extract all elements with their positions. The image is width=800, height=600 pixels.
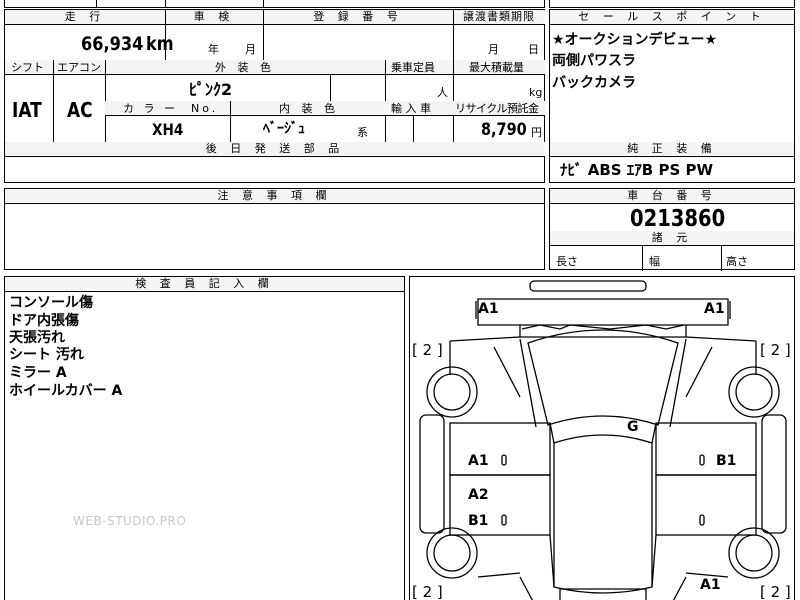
- car-diagram-box: A1 A1 [ 2 ] [ 2 ] G A1 B1 A2 B1 [ 2 ] [ …: [409, 276, 795, 600]
- caution-box: 注 意 事 項 欄: [4, 188, 545, 270]
- inspector-note-6: ホイールカバー A: [9, 383, 123, 399]
- selling-point-1: ★オークションデビュー★: [552, 32, 718, 48]
- damage-front-left: A1: [478, 301, 499, 317]
- capacity-unit: 人: [437, 86, 448, 99]
- interior-color-header: 内 装 色: [279, 102, 339, 115]
- tire-front-left: [ 2 ]: [412, 341, 443, 359]
- import-header: 輸 入 車: [391, 102, 431, 115]
- factory-equipment-value: ﾅﾋﾞ ABS ｴｱB PS PW: [560, 161, 714, 179]
- top-cut-strip: [4, 0, 545, 8]
- damage-rear-right: A1: [700, 577, 721, 593]
- tire-rear-left: [ 2 ]: [412, 583, 443, 600]
- damage-door-rear-left-1: A2: [468, 487, 489, 503]
- chassis-box: 車 台 番 号 0213860 諸 元 長さ 幅 高さ: [549, 188, 795, 271]
- interior-suffix: 系: [357, 126, 368, 139]
- registration-header: 登 録 番 号: [263, 10, 453, 25]
- inspection-header: 車 検: [165, 10, 263, 25]
- selling-point-3: バックカメラ: [552, 75, 636, 91]
- damage-door-rear-left-2: B1: [468, 513, 489, 529]
- factory-equipment-header: 純 正 装 備: [550, 142, 794, 157]
- capacity-header: 乗車定員: [391, 61, 435, 74]
- inspector-note-2: ドア内張傷: [9, 313, 79, 329]
- deadline-day: 日: [528, 43, 539, 56]
- color-no-value: XH4: [152, 120, 184, 139]
- aircon-value: AC: [67, 98, 93, 122]
- mileage-unit: km: [146, 33, 174, 55]
- damage-roof: G: [627, 419, 639, 435]
- shift-value: IAT: [12, 98, 42, 122]
- inspector-note-5: ミラー A: [9, 365, 67, 381]
- length-label: 長さ: [556, 255, 578, 268]
- vehicle-info-table: 走 行 車 検 登 録 番 号 譲渡書類期限 66,934 km 年 月 月 日…: [4, 9, 545, 183]
- watermark: WEB-STUDIO.PRO: [73, 514, 187, 528]
- deadline-month: 月: [488, 43, 499, 56]
- height-label: 高さ: [726, 255, 748, 268]
- recycle-fee-header: リサイクル預託金: [455, 102, 539, 115]
- color-no-header: カ ラ ー No.: [123, 102, 219, 115]
- later-parts-header: 後 日 発 送 部 品: [5, 142, 545, 157]
- inspector-note-3: 天張汚れ: [9, 330, 65, 346]
- car-diagram: [419, 280, 787, 600]
- caution-header: 注 意 事 項 欄: [5, 189, 544, 204]
- mileage-value: 66,934: [81, 33, 144, 55]
- inspector-note-4: シート 汚れ: [9, 347, 84, 363]
- selling-points-header: セ ー ル ス ポ イ ン ト: [550, 10, 794, 25]
- inspector-notes-header: 検 査 員 記 入 欄: [5, 277, 404, 292]
- top-right-cut: [549, 0, 795, 8]
- exterior-color-header: 外 装 色: [215, 61, 275, 74]
- chassis-no-header: 車 台 番 号: [550, 189, 794, 204]
- yen-unit: 円: [531, 126, 542, 139]
- inspection-month-unit: 月: [245, 43, 256, 56]
- selling-points-box: セ ー ル ス ポ イ ン ト ★オークションデビュー★ 両側パワスラ バックカ…: [549, 9, 795, 183]
- damage-door-front-right: B1: [716, 453, 737, 469]
- interior-color-value: ﾍﾞｰｼﾞｭ: [263, 121, 305, 137]
- inspector-notes-box: 検 査 員 記 入 欄 コンソール傷 ドア内張傷 天張汚れ シート 汚れ ミラー…: [4, 276, 405, 600]
- shift-header: シフト: [11, 61, 44, 74]
- chassis-no-value: 0213860: [630, 206, 726, 232]
- inspection-year-unit: 年: [208, 43, 219, 56]
- selling-point-2: 両側パワスラ: [552, 53, 636, 69]
- exterior-color-value: ﾋﾟﾝｸ2: [189, 80, 233, 99]
- transfer-deadline-header: 譲渡書類期限: [453, 10, 545, 25]
- mileage-header: 走 行: [5, 10, 165, 25]
- dimensions-header: 諸 元: [550, 231, 794, 246]
- damage-door-front-left: A1: [468, 453, 489, 469]
- inspector-note-1: コンソール傷: [9, 295, 93, 311]
- recycle-fee-value: 8,790: [481, 120, 527, 140]
- damage-front-right: A1: [704, 301, 725, 317]
- tire-rear-right: [ 2 ]: [760, 583, 791, 600]
- tire-front-right: [ 2 ]: [760, 341, 791, 359]
- width-label: 幅: [649, 255, 660, 268]
- aircon-header: エアコン: [57, 61, 101, 74]
- load-unit: kg: [529, 86, 543, 99]
- max-load-header: 最大積載量: [469, 61, 524, 74]
